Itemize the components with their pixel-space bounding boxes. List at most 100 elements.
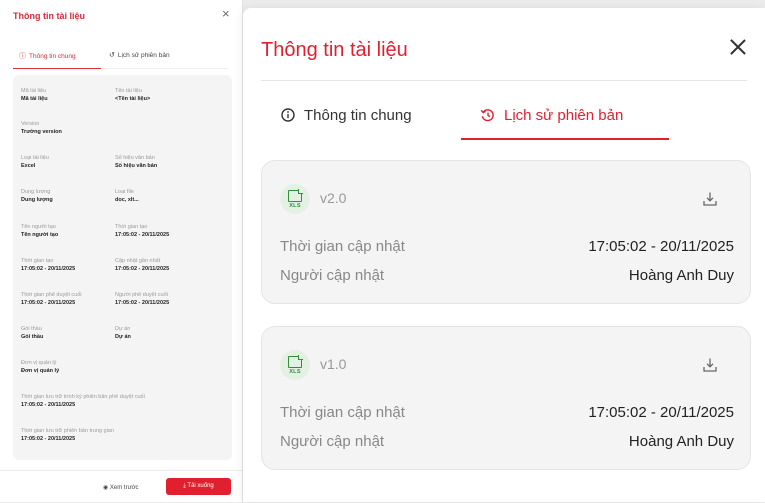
field-document-number: Số hiệu văn bản Số hiệu văn bản	[115, 154, 157, 170]
field-label: Cập nhật gần nhất	[115, 258, 161, 264]
field-label: Người phê duyệt cuối	[115, 292, 168, 298]
version-history-modal: Thông tin tài liệu Thông tin chung Lịch …	[243, 8, 765, 502]
panel-tab-history[interactable]: ↺ Lịch sử phiên bản	[109, 51, 170, 59]
field-label: Dung lượng	[21, 189, 51, 195]
title-divider	[261, 80, 747, 81]
field-label: Tên tài liệu	[115, 88, 142, 94]
field-value: 17:05:02 - 20/11/2025	[21, 266, 76, 272]
modal-title: Thông tin tài liệu	[261, 39, 408, 61]
field-value: <Tên tài liệu>	[115, 96, 151, 102]
history-icon	[480, 108, 495, 126]
version-number: v1.0	[320, 356, 347, 372]
panel-tab-history-label: Lịch sử phiên bản	[117, 52, 170, 59]
panel-tab-general[interactable]: ⓘ Thông tin chung	[19, 51, 76, 61]
field-label: Thời gian tạo	[21, 258, 54, 264]
field-last-updated: Cập nhật gần nhất 17:05:02 - 20/11/2025	[115, 257, 169, 273]
preview-button-label: Xem trước	[109, 485, 139, 491]
field-document-type: Loại tài liệu Excel	[21, 154, 49, 170]
field-label: Thời gian lưu trữ trình ký phiên bản phê…	[21, 394, 145, 400]
field-document-name: Tên tài liệu <Tên tài liệu>	[115, 87, 150, 103]
field-file-type: Loại file doc, xlt...	[115, 188, 139, 204]
field-managing-unit: Đơn vị quản lý Đơn vị quản lý	[21, 359, 59, 375]
field-value: Mã tài liệu	[21, 96, 48, 102]
field-value: Đơn vị quản lý	[21, 368, 60, 374]
updated-by-label: Người cập nhật	[280, 267, 385, 284]
version-card: XLS v2.0 Thời gian cập nhật 17:05:02 - 2…	[261, 160, 751, 304]
field-created-time-2: Thời gian tạo 17:05:02 - 20/11/2025	[21, 257, 75, 273]
panel-tab-general-label: Thông tin chung	[29, 53, 76, 60]
tab-version-history-label: Lịch sử phiên bản	[504, 107, 624, 124]
field-value: 17:05:02 - 20/11/2025	[21, 402, 76, 408]
field-last-approver: Người phê duyệt cuối 17:05:02 - 20/11/20…	[115, 291, 169, 307]
updated-by-label: Người cập nhật	[280, 433, 385, 450]
active-tab-underline	[461, 138, 669, 140]
download-button[interactable]: ⤓ Tải xuống	[166, 478, 231, 495]
field-label: Số hiệu văn bản	[115, 155, 155, 161]
field-value: Excel	[21, 163, 36, 169]
field-value: Tên người tạo	[21, 232, 59, 238]
field-value: Trường version	[21, 129, 62, 135]
field-value: 17:05:02 - 20/11/2025	[115, 300, 170, 306]
field-size: Dung lượng Dung lượng	[21, 188, 53, 204]
field-value: 17:05:02 - 20/11/2025	[115, 232, 170, 238]
version-number: v2.0	[320, 190, 347, 206]
xls-file-icon: XLS	[280, 350, 310, 380]
field-value: Số hiệu văn bản	[115, 163, 158, 169]
preview-button[interactable]: ◉ Xem trước	[103, 484, 139, 491]
tab-general-info[interactable]: Thông tin chung	[281, 107, 412, 126]
field-last-approval-time: Thời gian phê duyệt cuối 17:05:02 - 20/1…	[21, 291, 81, 307]
panel-title: Thông tin tài liệu	[13, 11, 85, 21]
updated-time-value: 17:05:02 - 20/11/2025	[588, 238, 734, 255]
field-label: Thời gian lưu trữ phiên bản trung gian	[21, 428, 114, 434]
xls-file-icon: XLS	[280, 184, 310, 214]
field-label: Gói thầu	[21, 326, 42, 332]
tab-version-history[interactable]: Lịch sử phiên bản	[480, 107, 623, 126]
field-label: Tên người tạo	[21, 224, 56, 230]
field-label: Thời gian tạo	[115, 224, 148, 230]
document-info-panel: Thông tin tài liệu × ⓘ Thông tin chung ↺ L…	[0, 0, 243, 502]
download-icon[interactable]	[702, 357, 718, 373]
field-version: Version Trường version	[21, 120, 62, 136]
info-icon	[281, 108, 295, 126]
version-card: XLS v1.0 Thời gian cập nhật 17:05:02 - 2…	[261, 326, 751, 470]
field-final-retention-time: Thời gian lưu trữ trình ký phiên bản phê…	[21, 393, 145, 409]
field-label: Mã tài liệu	[21, 88, 47, 94]
field-label: Version	[21, 121, 40, 127]
field-creator: Tên người tạo Tên người tạo	[21, 223, 58, 239]
file-type-label: XLS	[289, 369, 301, 375]
download-icon[interactable]	[702, 191, 718, 207]
field-value: 17:05:02 - 20/11/2025	[21, 436, 76, 442]
panel-tab-underline	[13, 67, 101, 69]
field-label: Thời gian phê duyệt cuối	[21, 292, 82, 298]
field-value: Gói thầu	[21, 334, 44, 340]
field-document-code: Mã tài liệu Mã tài liệu	[21, 87, 48, 103]
field-value: Dung lượng	[21, 197, 53, 203]
panel-close-button[interactable]: ×	[222, 6, 230, 22]
updated-by-value: Hoàng Anh Duy	[628, 267, 734, 284]
tab-general-info-label: Thông tin chung	[304, 107, 412, 124]
field-value: doc, xlt...	[115, 197, 139, 203]
history-icon: ↺	[109, 52, 115, 59]
updated-time-label: Thời gian cập nhật	[280, 404, 405, 421]
field-intermediate-retention-time: Thời gian lưu trữ phiên bản trung gian 1…	[21, 427, 114, 443]
panel-tabs: ⓘ Thông tin chung ↺ Lịch sử phiên bản	[13, 48, 228, 69]
field-created-time: Thời gian tạo 17:05:02 - 20/11/2025	[115, 223, 169, 239]
info-icon: ⓘ	[19, 53, 26, 60]
field-label: Loại file	[115, 189, 134, 195]
field-value: 17:05:02 - 20/11/2025	[115, 266, 170, 272]
file-type-label: XLS	[289, 203, 301, 209]
panel-fields-box: Mã tài liệu Mã tài liệu Tên tài liệu <Tê…	[13, 75, 232, 460]
field-label: Dự án	[115, 326, 131, 332]
close-icon[interactable]	[727, 36, 749, 58]
updated-time-value: 17:05:02 - 20/11/2025	[588, 404, 734, 421]
eye-icon: ◉	[103, 485, 109, 491]
field-package: Gói thầu Gói thầu	[21, 325, 43, 341]
field-label: Đơn vị quản lý	[21, 360, 57, 366]
download-button-label: Tải xuống	[187, 483, 214, 489]
field-value: 17:05:02 - 20/11/2025	[21, 300, 76, 306]
download-icon: ⤓	[183, 483, 186, 489]
updated-by-value: Hoàng Anh Duy	[628, 433, 734, 450]
field-value: Dự án	[115, 334, 131, 340]
updated-time-label: Thời gian cập nhật	[280, 238, 405, 255]
field-label: Loại tài liệu	[21, 155, 49, 161]
